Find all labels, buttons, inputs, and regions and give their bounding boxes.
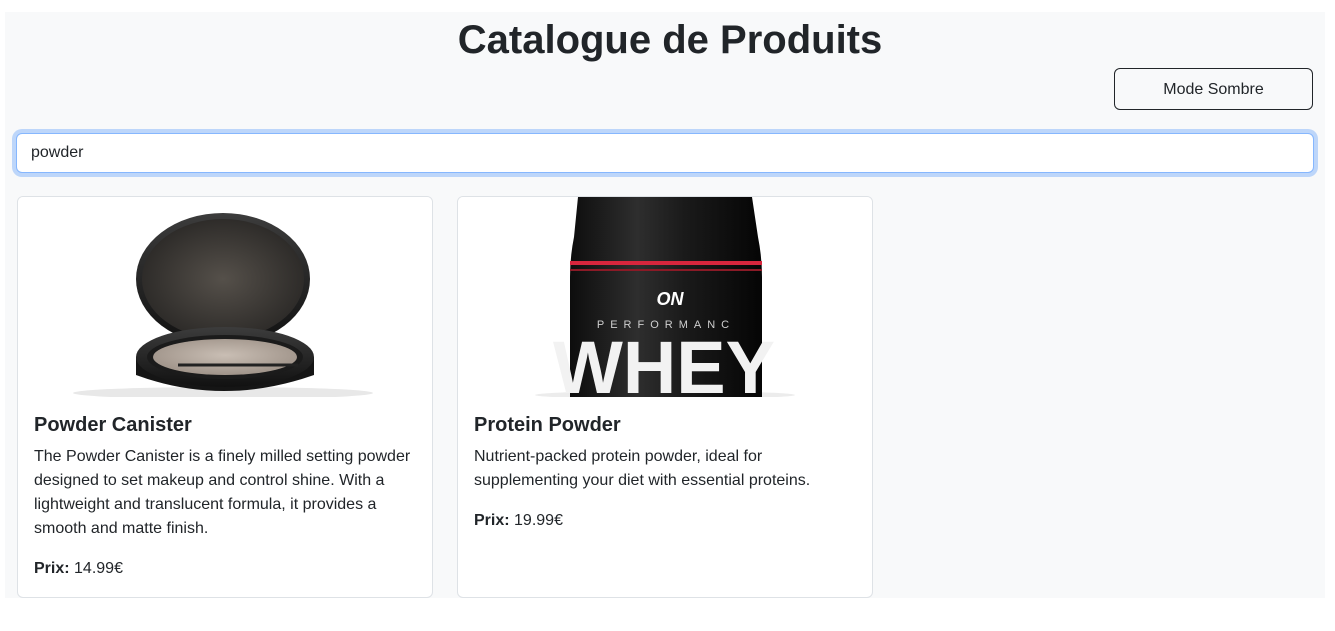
product-card-body: Protein Powder Nutrient-packed protein p…	[474, 413, 856, 533]
product-card: Powder Canister The Powder Canister is a…	[17, 196, 433, 598]
product-image	[18, 197, 432, 397]
product-description: The Powder Canister is a finely milled s…	[34, 448, 411, 537]
brand-logo-text: ON	[657, 289, 685, 309]
price-value: 14.99€	[74, 560, 123, 577]
product-price: Prix: 14.99€	[34, 557, 416, 581]
product-title: Powder Canister	[34, 414, 192, 436]
price-label: Prix:	[34, 560, 70, 577]
page-container: Catalogue de Produits Mode Sombre powder…	[5, 12, 1325, 598]
product-card: ON PERFORMANC WHEY Protein Powder Nutrie…	[457, 196, 873, 598]
price-label: Prix:	[474, 512, 510, 529]
protein-tub-icon: ON PERFORMANC WHEY	[535, 197, 795, 397]
product-price: Prix: 19.99€	[474, 509, 856, 533]
page-title: Catalogue de Produits	[457, 18, 883, 62]
price-value: 19.99€	[514, 512, 563, 529]
powder-compact-icon	[73, 213, 373, 397]
product-card-body: Powder Canister The Powder Canister is a…	[34, 413, 416, 581]
search-input[interactable]	[16, 133, 1314, 173]
dark-mode-button[interactable]: Mode Sombre	[1114, 68, 1313, 110]
product-title: Protein Powder	[474, 414, 621, 436]
product-description: Nutrient-packed protein powder, ideal fo…	[474, 448, 811, 489]
label-product-text: WHEY	[553, 326, 775, 397]
product-image: ON PERFORMANC WHEY	[458, 197, 872, 397]
